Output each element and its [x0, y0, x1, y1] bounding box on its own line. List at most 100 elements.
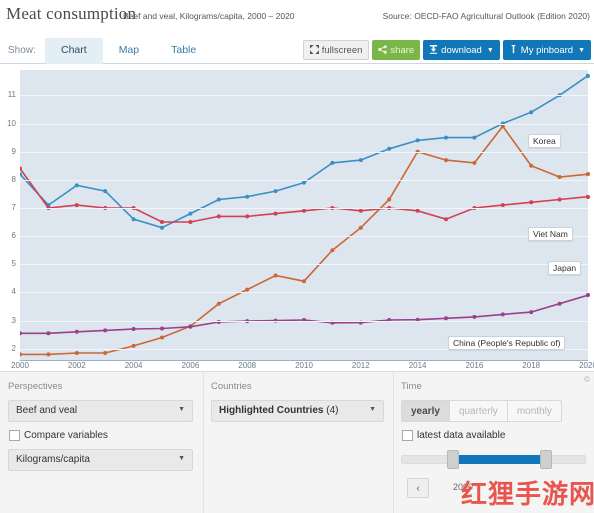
data-point[interactable]	[472, 314, 477, 319]
grid-line	[20, 95, 588, 97]
data-point[interactable]	[103, 351, 108, 355]
download-button[interactable]: download ▼	[423, 40, 500, 60]
data-point[interactable]	[160, 335, 164, 340]
data-point[interactable]	[415, 208, 420, 213]
data-point[interactable]	[74, 183, 79, 188]
data-point[interactable]	[500, 124, 505, 129]
countries-heading: Countries	[211, 381, 252, 392]
share-label: share	[390, 44, 415, 56]
data-point[interactable]	[302, 208, 306, 213]
data-point[interactable]	[444, 158, 448, 163]
x-axis-tick-label: 2002	[67, 361, 86, 370]
data-point[interactable]	[529, 163, 534, 168]
series-label[interactable]: Korea	[528, 134, 561, 148]
data-point[interactable]	[103, 189, 108, 194]
data-point[interactable]	[358, 158, 363, 163]
data-point[interactable]	[160, 326, 164, 331]
data-point[interactable]	[387, 197, 392, 202]
countries-select[interactable]: Highlighted Countries (4) ▼	[211, 400, 384, 422]
download-label: download	[441, 44, 482, 56]
data-point[interactable]	[302, 279, 306, 284]
data-point[interactable]	[302, 180, 306, 185]
fullscreen-button[interactable]: fullscreen	[302, 40, 370, 60]
data-point[interactable]	[20, 352, 22, 357]
data-point[interactable]	[557, 175, 562, 179]
data-point[interactable]	[160, 225, 164, 230]
x-axis-tick-label: 2010	[295, 361, 313, 370]
data-point[interactable]	[358, 208, 363, 213]
slider-handle-end[interactable]	[540, 450, 552, 469]
tab-chart[interactable]: Chart	[45, 38, 103, 64]
data-point[interactable]	[245, 214, 250, 219]
data-point[interactable]	[46, 352, 51, 357]
y-axis-tick-label: 3	[11, 315, 16, 325]
checkbox-box	[402, 430, 413, 441]
frequency-quarterly[interactable]: quarterly	[449, 400, 508, 422]
data-point[interactable]	[273, 189, 278, 194]
data-point[interactable]	[273, 211, 278, 216]
data-point[interactable]	[131, 343, 136, 348]
data-point[interactable]	[358, 225, 363, 230]
show-label: Show:	[8, 45, 36, 56]
unit-select[interactable]: Kilograms/capita ▼	[8, 449, 193, 471]
data-point[interactable]	[245, 194, 250, 199]
data-point[interactable]	[500, 203, 505, 208]
data-point[interactable]	[188, 220, 193, 224]
data-point[interactable]	[557, 197, 562, 202]
compare-variables-label: Compare variables	[24, 430, 108, 441]
data-point[interactable]	[529, 310, 534, 315]
data-point[interactable]	[20, 331, 22, 336]
data-point[interactable]	[131, 327, 136, 331]
series-label[interactable]: Viet Nam	[528, 227, 573, 241]
tab-map[interactable]: Map	[103, 38, 155, 64]
previous-period-button[interactable]: ‹	[407, 478, 429, 498]
frequency-monthly[interactable]: monthly	[507, 400, 562, 422]
data-point[interactable]	[160, 220, 164, 224]
data-point[interactable]	[216, 197, 221, 202]
time-range-slider[interactable]	[401, 450, 586, 469]
data-point[interactable]	[472, 160, 477, 165]
my-pinboard-button[interactable]: My pinboard ▼	[502, 40, 591, 60]
series-end-marker	[586, 172, 590, 177]
pin-icon	[509, 44, 518, 56]
data-point[interactable]	[557, 301, 562, 306]
data-point[interactable]	[216, 214, 221, 219]
y-axis-tick-label: 2	[11, 343, 16, 353]
data-point[interactable]	[46, 331, 51, 336]
y-axis-tick-label: 4	[11, 287, 16, 297]
data-point[interactable]	[74, 329, 79, 334]
compare-variables-checkbox[interactable]: Compare variables	[9, 430, 108, 441]
data-point[interactable]	[444, 217, 448, 222]
data-point[interactable]	[387, 146, 392, 151]
tab-table[interactable]: Table	[155, 38, 212, 64]
data-point[interactable]	[74, 203, 79, 208]
data-point[interactable]	[529, 110, 534, 115]
data-point[interactable]	[188, 324, 193, 329]
y-axis-tick-label: 5	[11, 259, 16, 269]
data-point[interactable]	[444, 135, 448, 140]
data-point[interactable]	[472, 135, 477, 140]
data-point[interactable]	[330, 248, 335, 253]
frequency-yearly[interactable]: yearly	[401, 400, 450, 422]
plot-canvas[interactable]	[20, 70, 588, 360]
data-point[interactable]	[415, 138, 420, 143]
series-label[interactable]: Japan	[548, 261, 582, 275]
data-point[interactable]	[330, 160, 335, 165]
data-point[interactable]	[74, 351, 79, 355]
y-axis-tick-label: 8	[11, 174, 16, 184]
expand-icon	[309, 44, 319, 56]
latest-data-checkbox[interactable]: latest data available	[402, 430, 505, 441]
data-point[interactable]	[103, 328, 108, 333]
data-point[interactable]	[188, 211, 193, 216]
data-point[interactable]	[131, 217, 136, 222]
series-label[interactable]: China (People's Republic of)	[448, 336, 566, 350]
data-point[interactable]	[245, 287, 250, 292]
chevron-down-icon: ▼	[178, 455, 185, 462]
slider-handle-start[interactable]	[447, 450, 459, 469]
share-button[interactable]: share	[372, 40, 421, 60]
variable-select[interactable]: Beef and veal ▼	[8, 400, 193, 422]
data-point[interactable]	[529, 200, 534, 205]
data-point[interactable]	[500, 312, 505, 317]
data-point[interactable]	[216, 301, 221, 306]
data-point[interactable]	[273, 273, 278, 278]
